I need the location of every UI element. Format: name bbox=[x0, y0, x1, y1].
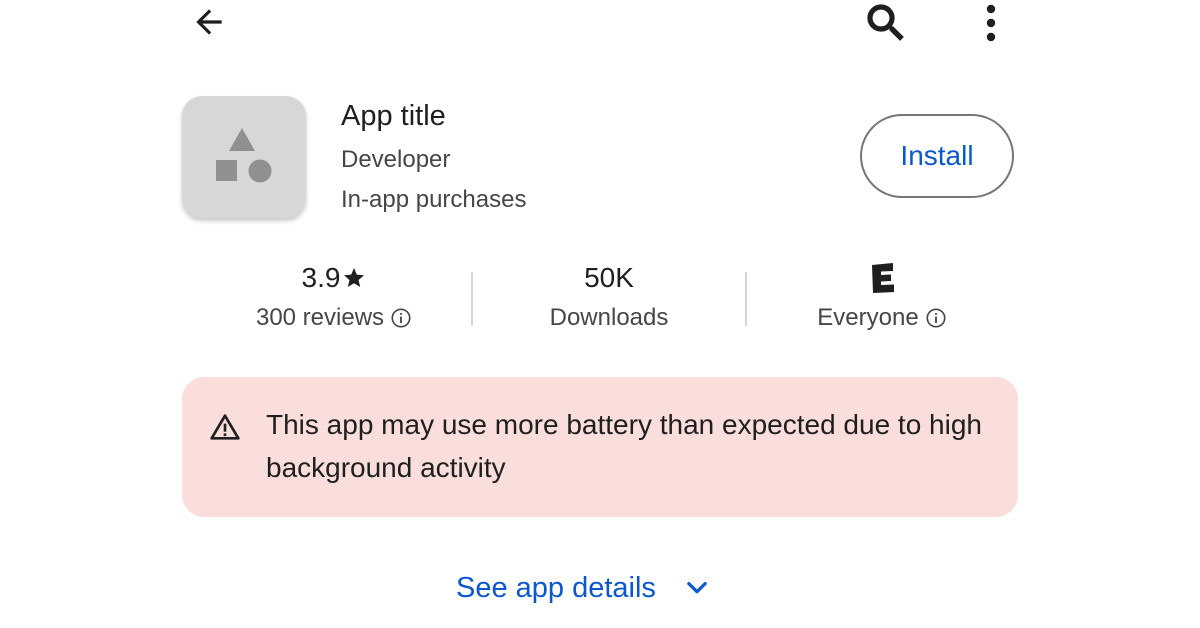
content-rating-badge-row bbox=[762, 260, 1002, 296]
search-icon bbox=[867, 4, 904, 41]
warning-text: This app may use more battery than expec… bbox=[266, 409, 982, 483]
content-rating-label: Everyone bbox=[817, 304, 919, 331]
content-rating-row: Everyone bbox=[762, 304, 1002, 332]
back-button[interactable] bbox=[186, 0, 232, 44]
app-icon bbox=[182, 96, 306, 218]
arrow-back-icon bbox=[196, 9, 222, 35]
downloads-stat: 50K Downloads bbox=[489, 260, 729, 332]
chevron-down-icon bbox=[687, 582, 707, 594]
more-options-button[interactable] bbox=[972, 0, 1010, 46]
rating-value-row: 3.9 bbox=[214, 260, 454, 296]
info-icon[interactable] bbox=[925, 307, 947, 329]
install-button[interactable]: Install bbox=[860, 114, 1014, 198]
info-icon[interactable] bbox=[390, 307, 412, 329]
app-title: App title bbox=[341, 100, 446, 132]
app-placeholder-shapes-icon bbox=[216, 128, 272, 183]
reviews-row: 300 reviews bbox=[214, 304, 454, 332]
in-app-purchases-label: In-app purchases bbox=[341, 186, 527, 213]
content-rating-stat[interactable]: Everyone bbox=[762, 260, 1002, 332]
warning-triangle-icon bbox=[210, 414, 240, 440]
star-icon bbox=[344, 268, 365, 287]
search-button[interactable] bbox=[860, 0, 912, 46]
downloads-value: 50K bbox=[584, 262, 634, 293]
rating-stat[interactable]: 3.9 300 reviews bbox=[214, 260, 454, 332]
app-details-page: App title Developer In-app purchases Ins… bbox=[0, 0, 1200, 628]
more-vert-icon bbox=[986, 4, 996, 42]
stat-divider bbox=[471, 272, 473, 326]
see-app-details-button[interactable]: See app details bbox=[456, 566, 712, 610]
battery-warning-banner: This app may use more battery than expec… bbox=[182, 377, 1018, 517]
stat-divider bbox=[745, 272, 747, 326]
esrb-everyone-icon bbox=[872, 263, 894, 293]
reviews-count: 300 reviews bbox=[255, 304, 385, 331]
downloads-label: Downloads bbox=[549, 304, 669, 331]
see-app-details-label: See app details bbox=[456, 571, 656, 604]
rating-value: 3.9 bbox=[301, 262, 341, 293]
developer-link[interactable]: Developer bbox=[341, 146, 450, 174]
